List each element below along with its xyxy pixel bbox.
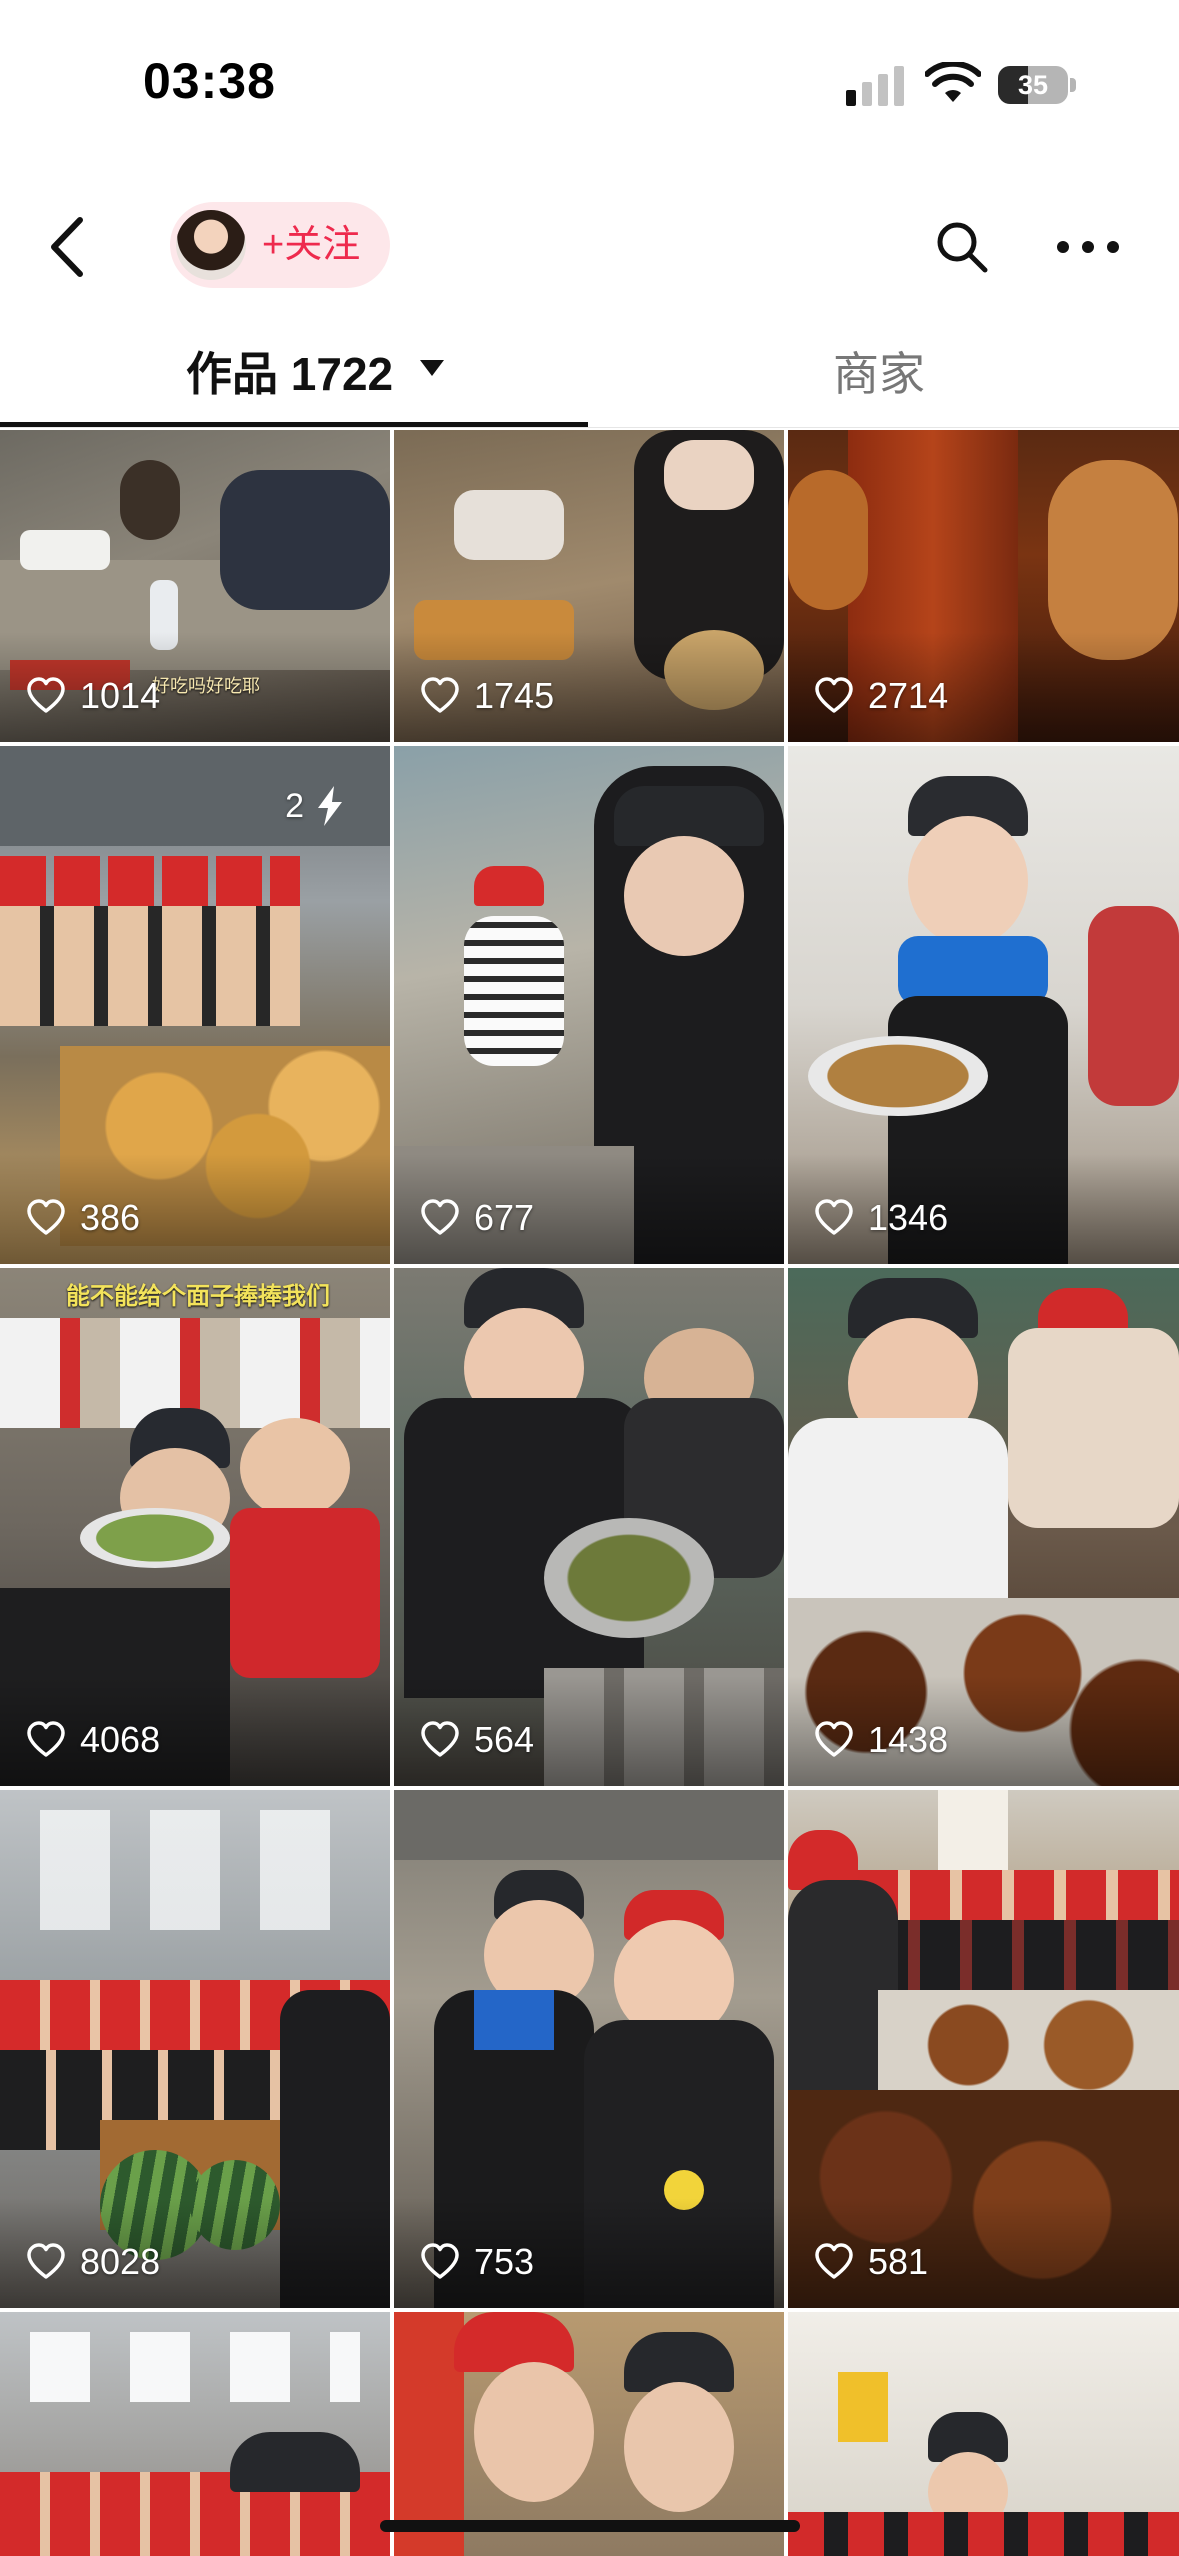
lightning-icon	[318, 786, 342, 826]
heart-icon	[815, 1199, 853, 1235]
heart-icon	[27, 2243, 65, 2279]
video-thumbnail[interactable]	[0, 2312, 390, 2556]
tab-works[interactable]: 作品 1722	[186, 338, 393, 404]
tab-merchant[interactable]: 商家	[833, 338, 925, 404]
like-count: 2714	[814, 674, 948, 718]
video-thumbnail[interactable]: 1346	[788, 746, 1179, 1264]
heart-icon	[421, 677, 459, 713]
video-thumbnail[interactable]	[788, 2312, 1179, 2556]
video-thumbnail[interactable]: 564	[394, 1268, 784, 1786]
like-count: 1745	[420, 674, 554, 718]
like-count: 753	[420, 2240, 534, 2284]
like-count: 1438	[814, 1718, 948, 1762]
like-count: 1346	[814, 1196, 948, 1240]
video-thumbnail[interactable]: 2714	[788, 430, 1179, 742]
heart-icon	[815, 677, 853, 713]
heart-icon	[815, 1721, 853, 1757]
tab-divider	[0, 427, 1179, 428]
video-caption: 好吃吗好吃耶	[152, 676, 260, 696]
caret-down-icon[interactable]	[420, 360, 444, 376]
video-thumbnail[interactable]: 能不能给个面子捧捧我们 4068	[0, 1268, 390, 1786]
heart-icon	[421, 1199, 459, 1235]
like-count: 677	[420, 1196, 534, 1240]
follow-label: +关注	[262, 224, 361, 266]
like-count: 581	[814, 2240, 928, 2284]
like-count: 4068	[26, 1718, 160, 1762]
cellular-signal-icon	[846, 66, 904, 106]
video-thumbnail[interactable]: 8028	[0, 1790, 390, 2308]
follow-button[interactable]: +关注	[170, 202, 390, 288]
video-thumbnail[interactable]: 677	[394, 746, 784, 1264]
heart-icon	[421, 2243, 459, 2279]
content-tabs: 作品 1722 商家	[0, 320, 1179, 430]
video-grid: 好吃吗好吃耶 1014 1745 2714 2 386 677 1346 能不能…	[0, 430, 1179, 2556]
battery-indicator: 35	[998, 62, 1078, 106]
video-thumbnail[interactable]: 2 386	[0, 746, 390, 1264]
status-bar: 03:38 35	[0, 0, 1179, 170]
video-caption: 能不能给个面子捧捧我们	[66, 1283, 330, 1310]
heart-icon	[27, 1721, 65, 1757]
like-count: 386	[26, 1196, 140, 1240]
video-thumbnail[interactable]: 好吃吗好吃耶 1014	[0, 430, 390, 742]
video-thumbnail[interactable]: 1438	[788, 1268, 1179, 1786]
battery-level: 35	[1017, 70, 1049, 100]
like-count: 8028	[26, 2240, 160, 2284]
home-indicator[interactable]	[380, 2520, 800, 2532]
video-thumbnail[interactable]: 1745	[394, 430, 784, 742]
heart-icon	[27, 677, 65, 713]
more-options-icon[interactable]	[1055, 220, 1121, 274]
heart-icon	[421, 1721, 459, 1757]
search-icon[interactable]	[935, 220, 989, 274]
heart-icon	[815, 2243, 853, 2279]
status-time: 03:38	[143, 53, 276, 109]
video-thumbnail[interactable]: 581	[788, 1790, 1179, 2308]
wifi-icon	[925, 62, 981, 102]
profile-header: +关注	[0, 190, 1179, 300]
like-count: 1014	[26, 674, 160, 718]
back-arrow-icon[interactable]	[40, 212, 100, 282]
live-badge: 2	[285, 784, 348, 828]
video-thumbnail[interactable]: 753	[394, 1790, 784, 2308]
avatar[interactable]	[176, 210, 246, 280]
like-count: 564	[420, 1718, 534, 1762]
heart-icon	[27, 1199, 65, 1235]
